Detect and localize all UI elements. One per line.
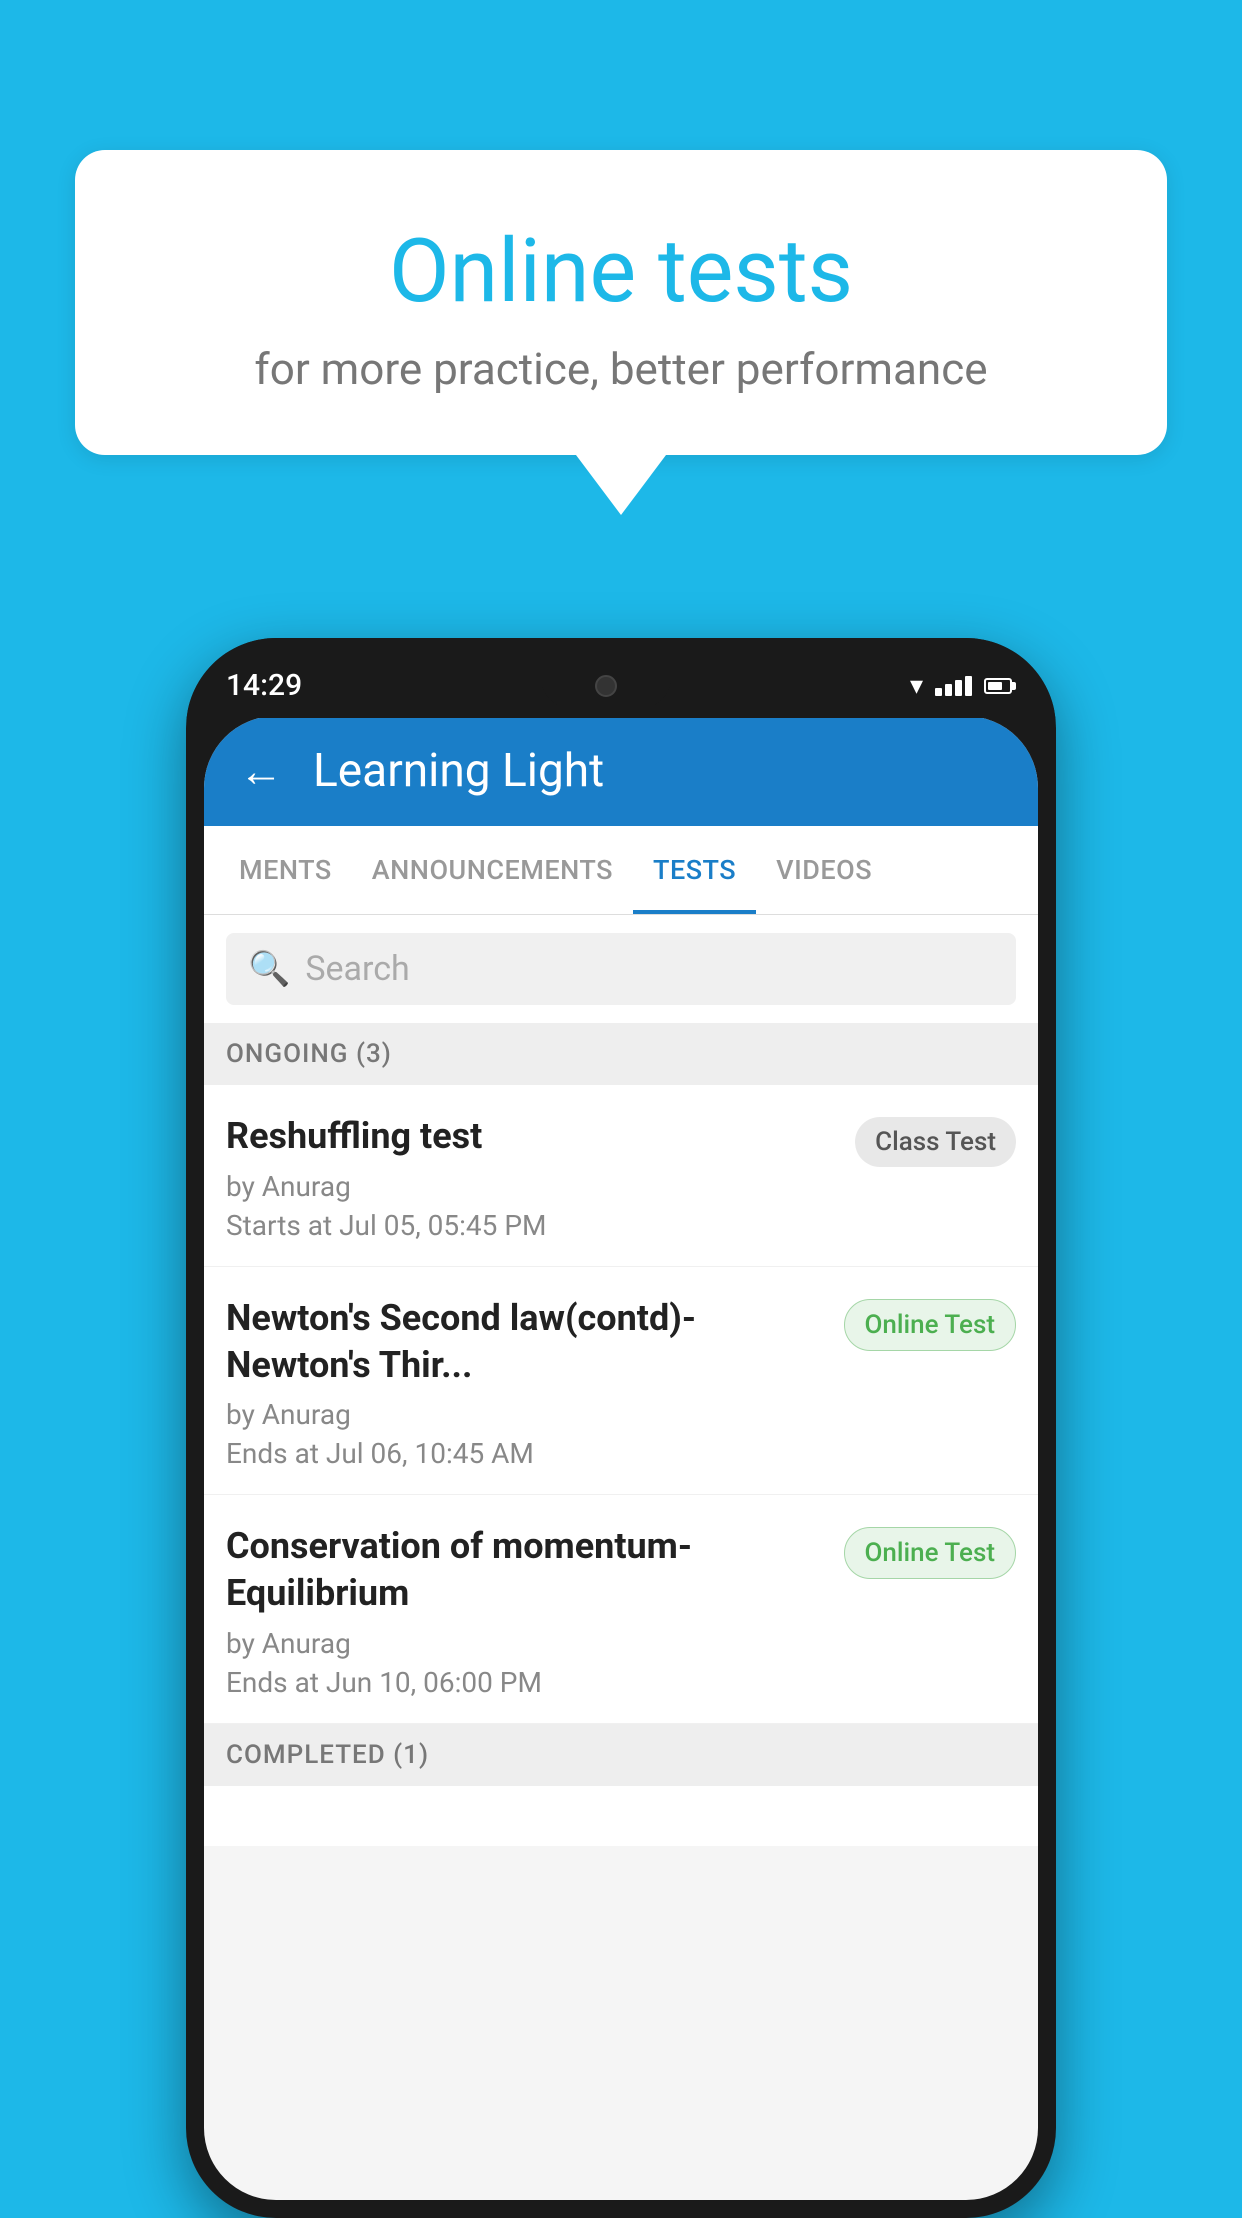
phone-camera	[595, 675, 617, 697]
test-item-reshuffling-left: Reshuffling test by Anurag Starts at Jul…	[226, 1113, 855, 1242]
test-item-conservation[interactable]: Conservation of momentum-Equilibrium by …	[204, 1495, 1038, 1724]
search-icon: 🔍	[248, 949, 290, 989]
test-item-conservation-title: Conservation of momentum-Equilibrium	[226, 1523, 824, 1617]
app-header: ← Learning Light	[204, 716, 1038, 826]
test-item-reshuffling-author: by Anurag	[226, 1170, 835, 1203]
phone-time: 14:29	[226, 668, 302, 703]
speech-bubble-subtitle: for more practice, better performance	[155, 343, 1087, 395]
phone-frame: 14:29 ▾ ← L	[186, 638, 1056, 2218]
phone-status-icons: ▾	[910, 671, 1016, 701]
test-item-newtons-author: by Anurag	[226, 1398, 824, 1431]
speech-bubble: Online tests for more practice, better p…	[75, 150, 1167, 455]
tab-ments[interactable]: MENTS	[219, 826, 352, 914]
test-item-newtons-date: Ends at Jul 06, 10:45 AM	[226, 1437, 824, 1470]
back-arrow-icon[interactable]: ←	[239, 745, 283, 797]
test-item-newtons-left: Newton's Second law(contd)-Newton's Thir…	[226, 1295, 844, 1471]
test-item-newtons-title: Newton's Second law(contd)-Newton's Thir…	[226, 1295, 824, 1389]
battery-icon	[984, 678, 1016, 694]
test-item-reshuffling-date: Starts at Jul 05, 05:45 PM	[226, 1209, 835, 1242]
phone-screen: ← Learning Light MENTS ANNOUNCEMENTS TES…	[204, 716, 1038, 2200]
search-placeholder: Search	[305, 949, 409, 989]
search-input-wrapper[interactable]: 🔍 Search	[226, 933, 1016, 1005]
speech-bubble-title: Online tests	[155, 220, 1087, 323]
tab-announcements[interactable]: ANNOUNCEMENTS	[352, 826, 633, 914]
completed-section-header: COMPLETED (1)	[204, 1724, 1038, 1786]
search-container: 🔍 Search	[204, 915, 1038, 1023]
status-bar: 14:29 ▾	[186, 638, 1056, 718]
speech-bubble-arrow	[576, 455, 666, 515]
ongoing-header-text: ONGOING (3)	[226, 1039, 392, 1069]
ongoing-section-header: ONGOING (3)	[204, 1023, 1038, 1085]
test-item-newtons[interactable]: Newton's Second law(contd)-Newton's Thir…	[204, 1267, 1038, 1496]
test-item-newtons-badge: Online Test	[844, 1299, 1017, 1351]
bottom-content-area	[204, 1786, 1038, 1846]
app-header-title: Learning Light	[313, 744, 604, 798]
signal-bars-icon	[935, 676, 972, 696]
phone-notch	[541, 663, 671, 708]
test-item-conservation-author: by Anurag	[226, 1627, 824, 1660]
test-item-conservation-badge: Online Test	[844, 1527, 1017, 1579]
test-item-reshuffling[interactable]: Reshuffling test by Anurag Starts at Jul…	[204, 1085, 1038, 1267]
test-item-conservation-date: Ends at Jun 10, 06:00 PM	[226, 1666, 824, 1699]
wifi-icon: ▾	[910, 671, 923, 701]
tab-tests[interactable]: TESTS	[633, 826, 756, 914]
test-item-conservation-left: Conservation of momentum-Equilibrium by …	[226, 1523, 844, 1699]
completed-header-text: COMPLETED (1)	[226, 1740, 429, 1770]
test-item-reshuffling-badge: Class Test	[855, 1117, 1016, 1167]
test-item-reshuffling-title: Reshuffling test	[226, 1113, 835, 1160]
tabs-container: MENTS ANNOUNCEMENTS TESTS VIDEOS	[204, 826, 1038, 915]
speech-bubble-container: Online tests for more practice, better p…	[75, 150, 1167, 515]
tab-videos[interactable]: VIDEOS	[756, 826, 892, 914]
